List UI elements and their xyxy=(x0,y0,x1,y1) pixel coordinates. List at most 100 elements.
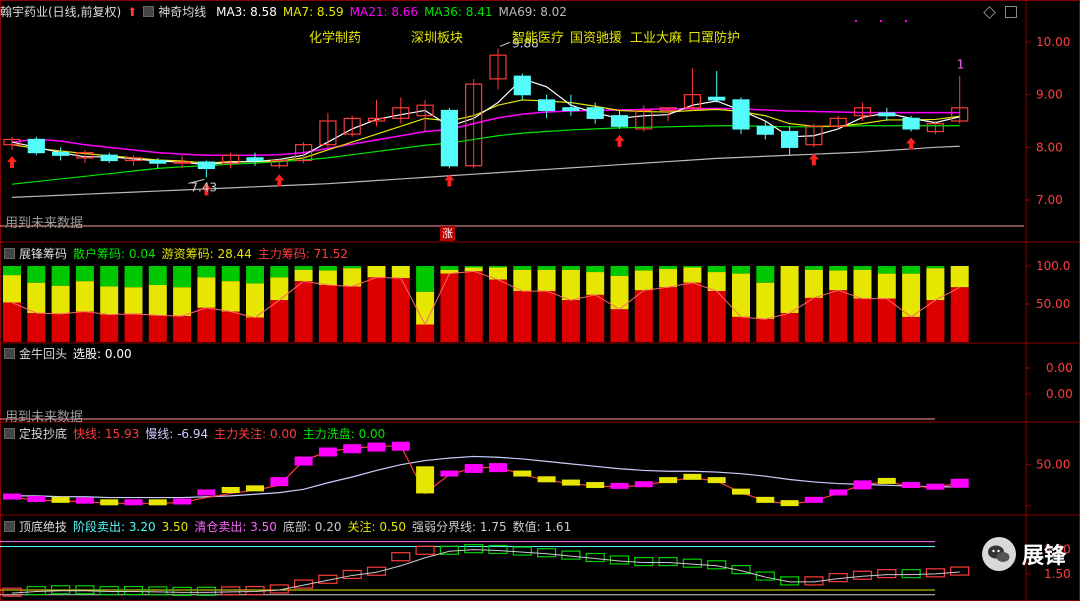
dd-box xyxy=(877,569,897,579)
dd-box xyxy=(755,571,775,581)
ding-bar xyxy=(683,473,702,480)
candle-body xyxy=(51,152,70,156)
chip-yellow xyxy=(173,287,192,317)
settings-icon[interactable] xyxy=(4,348,15,359)
chip-yellow xyxy=(124,287,143,314)
settings-icon[interactable] xyxy=(4,248,15,259)
ding-bar xyxy=(902,482,921,489)
watermark: 展锋 xyxy=(981,537,1066,571)
chip-red xyxy=(756,319,775,342)
chip-green xyxy=(586,266,605,273)
chip-green xyxy=(246,266,264,284)
stock-title: 翰宇药业(日线,前复权) xyxy=(0,5,122,19)
legend-item: 选股: 0.00 xyxy=(73,347,132,361)
chip-yellow xyxy=(75,281,94,312)
settings-icon[interactable] xyxy=(4,521,15,532)
chip-yellow xyxy=(586,272,605,295)
chip-green xyxy=(416,266,435,292)
chip-yellow xyxy=(659,269,678,288)
chip-yellow xyxy=(464,267,483,272)
chip-panel-title[interactable]: 展锋筹码 xyxy=(19,247,67,261)
chip-yellow xyxy=(367,266,386,278)
dingdi-panel-title[interactable]: 顶底绝技 xyxy=(19,520,67,534)
fast-line xyxy=(11,445,960,505)
dd-box xyxy=(707,560,727,570)
chip-red xyxy=(683,282,702,342)
chip-yellow xyxy=(950,266,969,288)
one-label: 1 xyxy=(957,57,965,71)
dd-box xyxy=(366,566,387,576)
chip-red xyxy=(440,273,459,342)
chip-yellow xyxy=(100,286,119,315)
chip-yellow xyxy=(756,282,775,320)
zhang-badge: 涨 xyxy=(440,226,455,241)
settings-icon[interactable] xyxy=(4,428,15,439)
chip-red xyxy=(634,290,653,342)
legend-item: 散户筹码: 0.04 xyxy=(73,247,156,261)
dingtou-panel-title[interactable]: 定投抄底 xyxy=(19,427,67,441)
chip-red xyxy=(659,287,678,342)
ding-bar xyxy=(391,441,410,451)
chip-green xyxy=(464,266,483,268)
chip-legend: 散户筹码: 0.04 游资筹码: 28.44 主力筹码: 71.52 xyxy=(73,247,354,261)
chip-green xyxy=(513,266,532,270)
ding-bar xyxy=(756,496,775,503)
chip-red xyxy=(75,311,94,342)
settings-icon[interactable] xyxy=(143,6,155,17)
chip-yellow xyxy=(683,267,702,283)
jinniu-panel-title[interactable]: 金牛回头 xyxy=(19,347,67,361)
legend-item: 清仓卖出: 3.50 xyxy=(194,520,277,534)
chip-red xyxy=(391,278,410,342)
chip-red xyxy=(902,316,921,342)
legend-item: 主力关注: 0.00 xyxy=(214,427,297,441)
ding-bar xyxy=(464,463,483,473)
chip-yellow xyxy=(780,266,799,314)
y-tick-label: 50.00 xyxy=(1036,458,1070,472)
chip-red xyxy=(270,300,289,342)
ding-bar xyxy=(634,481,653,488)
chip-yellow xyxy=(148,285,167,316)
legend-item: 阶段卖出: 3.20 xyxy=(73,520,156,534)
dd-box xyxy=(464,544,484,554)
chip-red xyxy=(780,313,799,342)
maximize-icon[interactable] xyxy=(1005,6,1017,18)
chip-red xyxy=(707,291,726,342)
legend-item: 3.50 xyxy=(161,520,189,534)
dd-box xyxy=(148,586,168,596)
slow-line xyxy=(12,455,960,499)
dd-box xyxy=(391,552,411,562)
chip-green xyxy=(197,266,216,278)
legend-item: MA36: 8.41 xyxy=(424,5,493,19)
ding-bar xyxy=(173,498,192,505)
news-tag-4: 国资驰援 xyxy=(570,31,623,46)
future-data-note-2: 用到未来数据 xyxy=(5,410,84,425)
chip-green xyxy=(173,266,192,288)
ding-bar xyxy=(27,496,46,503)
candle-body xyxy=(610,115,629,127)
y-tick-label: 8.00 xyxy=(1036,140,1063,154)
candle-body xyxy=(440,109,458,167)
candle-body xyxy=(732,99,750,130)
chip-red xyxy=(537,291,556,342)
chip-red xyxy=(489,279,507,342)
ding-bar xyxy=(100,499,119,506)
ding-bar xyxy=(75,497,94,504)
news-tag-5: 工业大麻 xyxy=(630,31,683,46)
ding-bar xyxy=(659,477,678,484)
dd-box xyxy=(26,585,46,596)
dd-box xyxy=(682,558,703,568)
ding-bar xyxy=(246,485,264,492)
chip-red xyxy=(513,291,532,342)
dd-box xyxy=(512,546,532,556)
dd-box xyxy=(925,568,946,578)
chip-green xyxy=(537,266,556,270)
chip-green xyxy=(926,266,945,269)
candle-body xyxy=(902,117,920,130)
chip-green xyxy=(318,266,337,271)
future-data-note: 用到未来数据 xyxy=(5,216,84,231)
dd-box xyxy=(196,586,216,596)
indicator-name[interactable]: 神奇均线 xyxy=(158,5,206,19)
ding-bar xyxy=(197,489,216,496)
candle-body xyxy=(246,157,264,162)
dot-marker xyxy=(855,20,857,22)
